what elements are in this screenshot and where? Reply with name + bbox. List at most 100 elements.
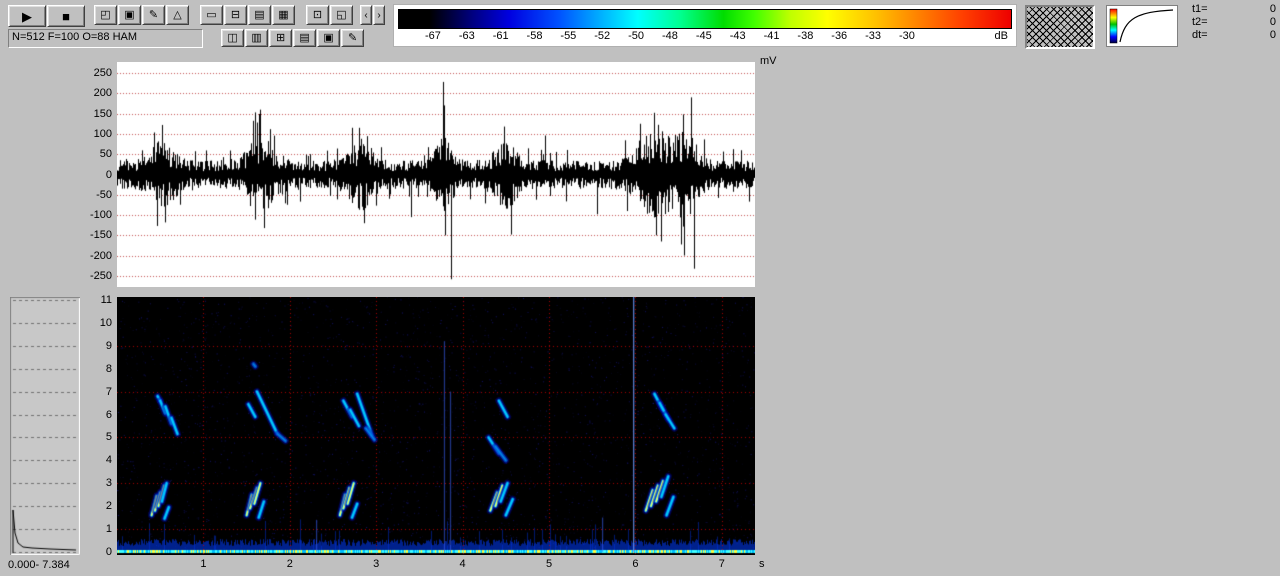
db-tick-label: -50 [628,30,645,42]
db-tick-label: -52 [594,30,611,42]
spectrogram-y-tick: 1 [105,523,112,535]
db-color-scale[interactable]: -67 -63 -61 -58 -55 -52 -50 -48 -45 -43 -41 -38 -36 -… [393,4,1017,47]
oscillogram-y-tick: 150 [93,107,112,120]
scroll-left-button[interactable]: ‹ [360,5,372,25]
display-mode-button[interactable]: △ [166,5,189,25]
window-layout-1-button[interactable]: ▭ [200,5,223,25]
oscillogram-y-tick: 100 [93,127,112,140]
db-tick-label: -63 [458,30,475,42]
side-spectrum-canvas[interactable] [10,297,80,555]
colormap-curve-icon [1109,8,1174,44]
window-plus-icon: ⊞ [276,31,286,44]
oscillogram-canvas[interactable] [117,62,755,287]
window-hsplit-icon: ⊟ [230,8,241,21]
oscillogram-y-tick: 50 [99,148,112,161]
db-tick-label: -48 [661,30,678,42]
spectrogram-y-tick: 6 [105,408,112,421]
oscillogram-unit-label: mV [760,55,777,67]
spectrogram-y-tick: 2 [105,500,112,513]
spectrogram-y-tick: 0 [105,545,112,558]
time-range-label: 0.000- 7.384 [8,559,70,571]
oscillogram-y-tick: -50 [96,188,112,201]
db-unit-label: dB [994,30,1008,42]
toolbar-gap [190,5,200,6]
stop-button[interactable]: ■ [47,5,85,27]
db-tick-label: -38 [797,30,814,42]
save-icon: ▣ [124,8,135,21]
db-tick-label: -33 [865,30,882,42]
oscillogram-y-tick: -250 [89,270,112,282]
spectrogram-canvas[interactable] [117,297,755,555]
hatch-pattern-box[interactable] [1025,5,1095,49]
toolbar-row-1: ▶ ■ ◰ ▣ ✎ △ ▭ ⊟ ▤ ▦ ⊡ ◱ ‹ › [8,5,386,27]
open-file-button[interactable]: ◱ [330,5,353,25]
oscillogram-y-tick: -200 [89,249,112,262]
cursor-time-label: t2= [1192,16,1208,28]
spectrogram-y-tick: 8 [105,362,112,375]
cursor-time-label: t1= [1192,3,1208,15]
annotate-button[interactable]: ✎ [341,29,365,47]
toolbar-gap [296,5,306,6]
cascade-windows-icon: ◰ [100,8,111,21]
view-layout-3-button[interactable]: ⊞ [269,29,293,47]
save-button[interactable]: ▣ [118,5,141,25]
fft-settings-field: N=512 F=100 O=88 HAM [8,29,203,48]
oscillogram-y-tick: 250 [93,67,112,79]
spectrogram-x-tick: 5 [545,558,553,570]
window-layout-4-button[interactable]: ▦ [272,5,295,25]
window-boxed-icon: ▣ [323,31,334,44]
pencil-icon: ✎ [148,8,159,21]
db-tick-label: -61 [492,30,509,42]
window-layout-3-button[interactable]: ▤ [248,5,271,25]
spectrogram-x-tick: 3 [373,558,380,570]
spectrogram-y-tick: 9 [105,339,112,352]
window-layout-2-button[interactable]: ⊟ [224,5,247,25]
printer-icon: ⊡ [312,8,323,21]
cursor-time-row: t2= 0 [1192,16,1276,29]
oscillogram-y-tick: -150 [89,229,112,242]
cascade-windows-button[interactable]: ◰ [94,5,117,25]
toolbar-row-2: N=512 F=100 O=88 HAM ◫ ▥ ⊞ ▤ ▣ ✎ [8,29,365,48]
cursor-time-row: dt= 0 [1192,29,1276,42]
colormap-curve-box[interactable] [1106,5,1178,47]
view-layout-4-button[interactable]: ▤ [293,29,317,47]
window-grid-icon: ▦ [278,8,289,21]
cursor-time-row: t1= 0 [1192,3,1276,16]
window-hrows-icon: ▥ [251,31,262,44]
view-layout-5-button[interactable]: ▣ [317,29,341,47]
spectrogram-y-tick: 7 [105,385,112,398]
spectrogram-y-tick: 4 [105,454,112,467]
spectrogram-y-tick: 3 [105,477,112,490]
cursor-time-panel: t1= 0 t2= 0 dt= 0 [1192,3,1276,42]
db-tick-label: -43 [729,30,746,42]
view-layout-1-button[interactable]: ◫ [221,29,245,47]
scroll-right-button[interactable]: › [373,5,385,25]
toolbar-gap [206,29,218,30]
note-icon: ✎ [348,31,358,44]
db-tick-label: -67 [424,30,441,42]
cursor-time-value: 0 [1269,16,1276,28]
spectrogram-x-tick: 7 [718,558,725,570]
print-button[interactable]: ⊡ [306,5,329,25]
db-tick-label: -41 [763,30,780,42]
spectrogram-x-tick: 4 [459,558,466,570]
db-tick-label: -45 [695,30,712,42]
cursor-time-value: 0 [1269,3,1276,15]
triangle-icon: △ [173,8,182,21]
play-button[interactable]: ▶ [8,5,46,27]
window-single-icon: ▭ [206,8,217,21]
oscillogram-y-tick: -100 [89,209,112,222]
spectrogram-x-tick: 1 [200,558,207,570]
toolbar-row2-buttons: ◫ ▥ ⊞ ▤ ▣ ✎ [221,29,365,47]
window-lines-icon: ▤ [299,31,310,44]
view-layout-2-button[interactable]: ▥ [245,29,269,47]
app-window: { "colors":{"background":"#c0c0c0","grid… [0,0,1280,576]
play-icon: ▶ [22,8,32,24]
edit-button[interactable]: ✎ [142,5,165,25]
db-tick-label: -55 [560,30,577,42]
chevron-left-icon: ‹ [364,9,368,21]
db-gradient-bar [398,9,1012,29]
folder-open-icon: ◱ [336,8,347,21]
chevron-right-icon: › [377,9,381,21]
spectrogram-y-tick: 10 [99,316,112,329]
